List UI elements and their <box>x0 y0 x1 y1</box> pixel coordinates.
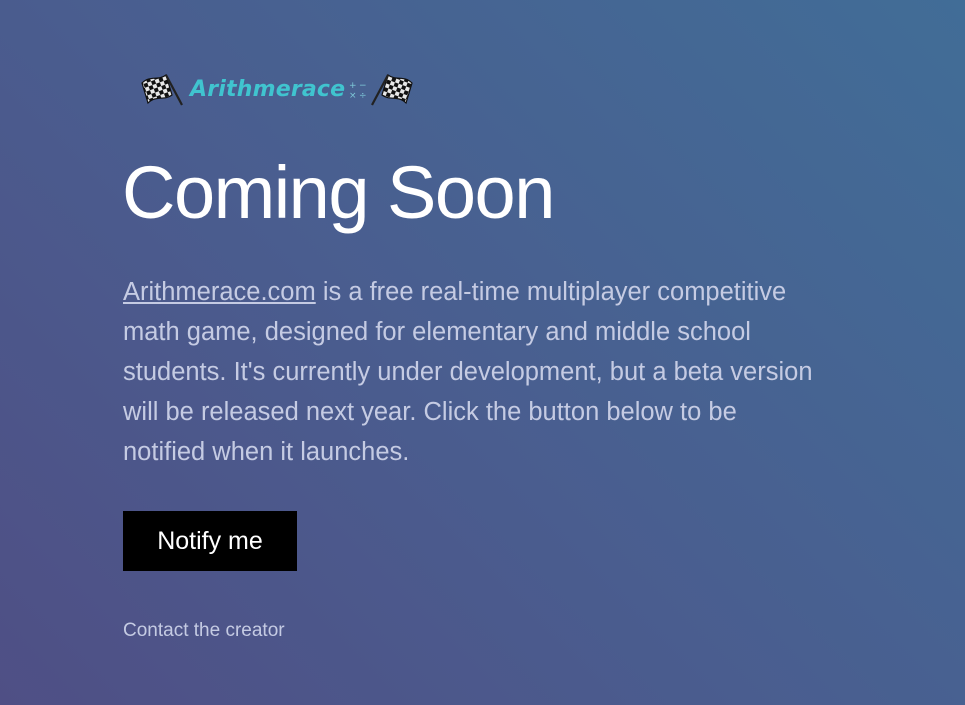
description: Arithmerace.com is a free real-time mult… <box>123 272 823 472</box>
description-text: is a free real-time multiplayer competit… <box>123 278 813 466</box>
svg-text:+: + <box>349 81 357 91</box>
page-title: Coming Soon <box>122 151 555 234</box>
math-operators-icon: + − × ÷ <box>349 81 367 99</box>
svg-text:−: − <box>359 81 367 91</box>
site-link[interactable]: Arithmerace.com <box>123 278 316 306</box>
svg-text:÷: ÷ <box>359 91 367 99</box>
checkered-flag-icon <box>371 74 413 106</box>
logo-text: Arithmerace <box>190 76 346 102</box>
contact-creator-link[interactable]: Contact the creator <box>123 620 285 642</box>
logo: Arithmerace + − × ÷ <box>138 68 416 110</box>
checkered-flag-icon <box>141 74 183 106</box>
notify-me-button[interactable]: Notify me <box>123 511 297 571</box>
svg-text:×: × <box>349 91 357 99</box>
